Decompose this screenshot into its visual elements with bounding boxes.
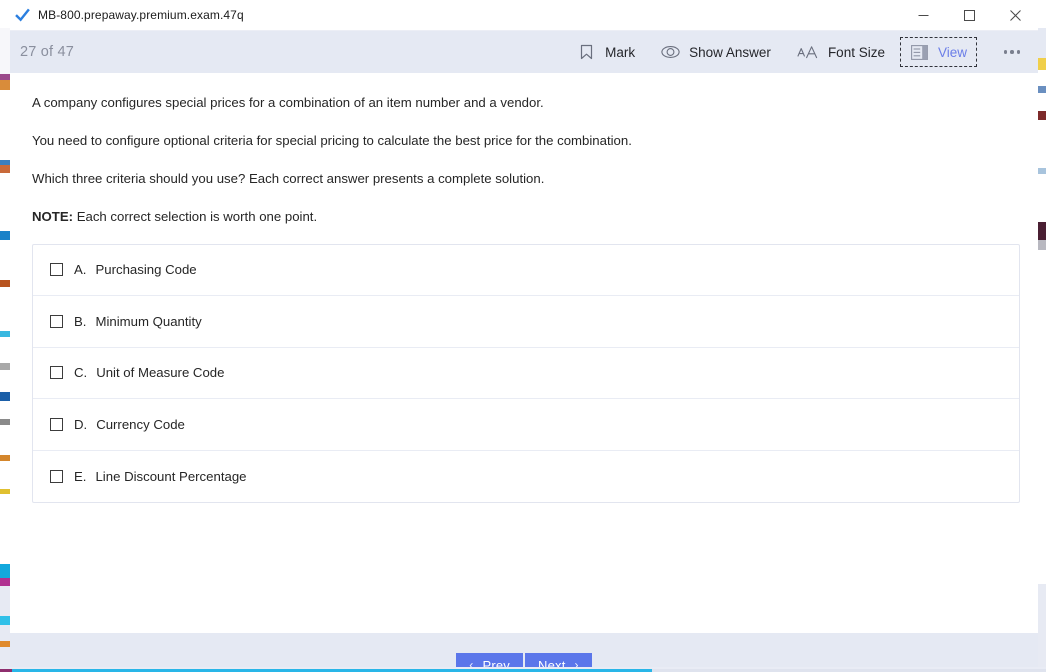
next-label: Next xyxy=(538,657,566,668)
prev-label: Prev xyxy=(482,657,510,668)
next-button[interactable]: Next › xyxy=(525,652,592,668)
show-answer-label: Show Answer xyxy=(689,44,771,60)
window-controls xyxy=(900,0,1038,31)
option-checkbox[interactable] xyxy=(50,366,63,380)
ellipsis-dot xyxy=(1016,50,1021,54)
answer-option-a[interactable]: A. Purchasing Code xyxy=(33,245,1019,297)
option-text: Currency Code xyxy=(96,416,185,432)
mark-label: Mark xyxy=(605,44,636,60)
note-text: Each correct selection is worth one poin… xyxy=(73,209,318,225)
title-bar: MB-800.prepaway.premium.exam.47q xyxy=(10,0,1038,31)
background-window-bottom-strip xyxy=(0,667,1046,672)
option-letter: B. xyxy=(74,313,87,329)
view-button[interactable]: View xyxy=(899,37,978,67)
view-label: View xyxy=(937,44,967,60)
question-paragraph: A company configures special prices for … xyxy=(32,95,544,110)
check-icon xyxy=(14,7,30,23)
question-counter: 27 of 47 xyxy=(20,44,75,60)
option-letter: E. xyxy=(74,468,87,484)
answer-option-e[interactable]: E. Line Discount Percentage xyxy=(33,451,1019,503)
answer-option-c[interactable]: C. Unit of Measure Code xyxy=(33,348,1019,400)
option-letter: A. xyxy=(74,262,87,278)
question-note: NOTE: Each correct selection is worth on… xyxy=(32,207,1022,226)
close-button[interactable] xyxy=(992,0,1038,31)
background-window-right-sliver xyxy=(1038,28,1046,672)
maximize-button[interactable] xyxy=(946,0,992,31)
option-checkbox[interactable] xyxy=(50,263,63,277)
option-text: Unit of Measure Code xyxy=(96,365,225,381)
ellipsis-dot xyxy=(1010,50,1014,54)
nav-buttons: ‹ Prev Next › xyxy=(456,652,592,668)
eye-icon xyxy=(661,43,680,62)
option-letter: C. xyxy=(74,365,88,381)
more-options-button[interactable] xyxy=(992,37,1032,67)
option-checkbox[interactable] xyxy=(50,417,63,431)
chevron-right-icon: › xyxy=(574,658,579,667)
question-content: A company configures special prices for … xyxy=(10,73,1038,633)
question-paragraph: You need to configure optional criteria … xyxy=(32,133,632,149)
font-size-label: Font Size xyxy=(827,44,885,60)
option-text: Purchasing Code xyxy=(95,262,197,278)
answer-option-d[interactable]: D. Currency Code xyxy=(33,399,1019,451)
mark-button[interactable]: Mark xyxy=(567,37,645,67)
font-size-button[interactable]: Font Size xyxy=(787,37,895,67)
navigation-footer: ‹ Prev Next › xyxy=(10,633,1038,667)
background-window-left-sliver xyxy=(0,28,10,672)
font-size-icon xyxy=(797,43,819,62)
minimize-button[interactable] xyxy=(900,0,946,31)
show-answer-button[interactable]: Show Answer xyxy=(651,37,781,67)
exam-toolbar: 27 of 47 Mark Show Answer Font Size View xyxy=(10,31,1038,73)
answer-options-list: A. Purchasing Code B. Minimum Quantity C… xyxy=(32,243,1020,504)
toolbar-actions: Mark Show Answer Font Size View xyxy=(567,31,1038,73)
answer-option-b[interactable]: B. Minimum Quantity xyxy=(33,296,1019,348)
layout-panel-icon xyxy=(910,43,929,62)
question-paragraph: Which three criteria should you use? Eac… xyxy=(32,171,545,187)
option-text: Minimum Quantity xyxy=(95,313,202,329)
note-label: NOTE: xyxy=(32,209,74,225)
ellipsis-dot xyxy=(1003,50,1008,54)
option-checkbox[interactable] xyxy=(50,314,63,328)
option-checkbox[interactable] xyxy=(50,469,63,483)
chevron-left-icon: ‹ xyxy=(469,658,474,667)
option-text: Line Discount Percentage xyxy=(95,468,247,484)
bookmark-icon xyxy=(577,43,596,62)
window-title: MB-800.prepaway.premium.exam.47q xyxy=(38,8,244,22)
option-letter: D. xyxy=(74,416,88,432)
prev-button[interactable]: ‹ Prev xyxy=(456,652,523,668)
exam-application-window: MB-800.prepaway.premium.exam.47q 27 of 4… xyxy=(10,0,1038,667)
